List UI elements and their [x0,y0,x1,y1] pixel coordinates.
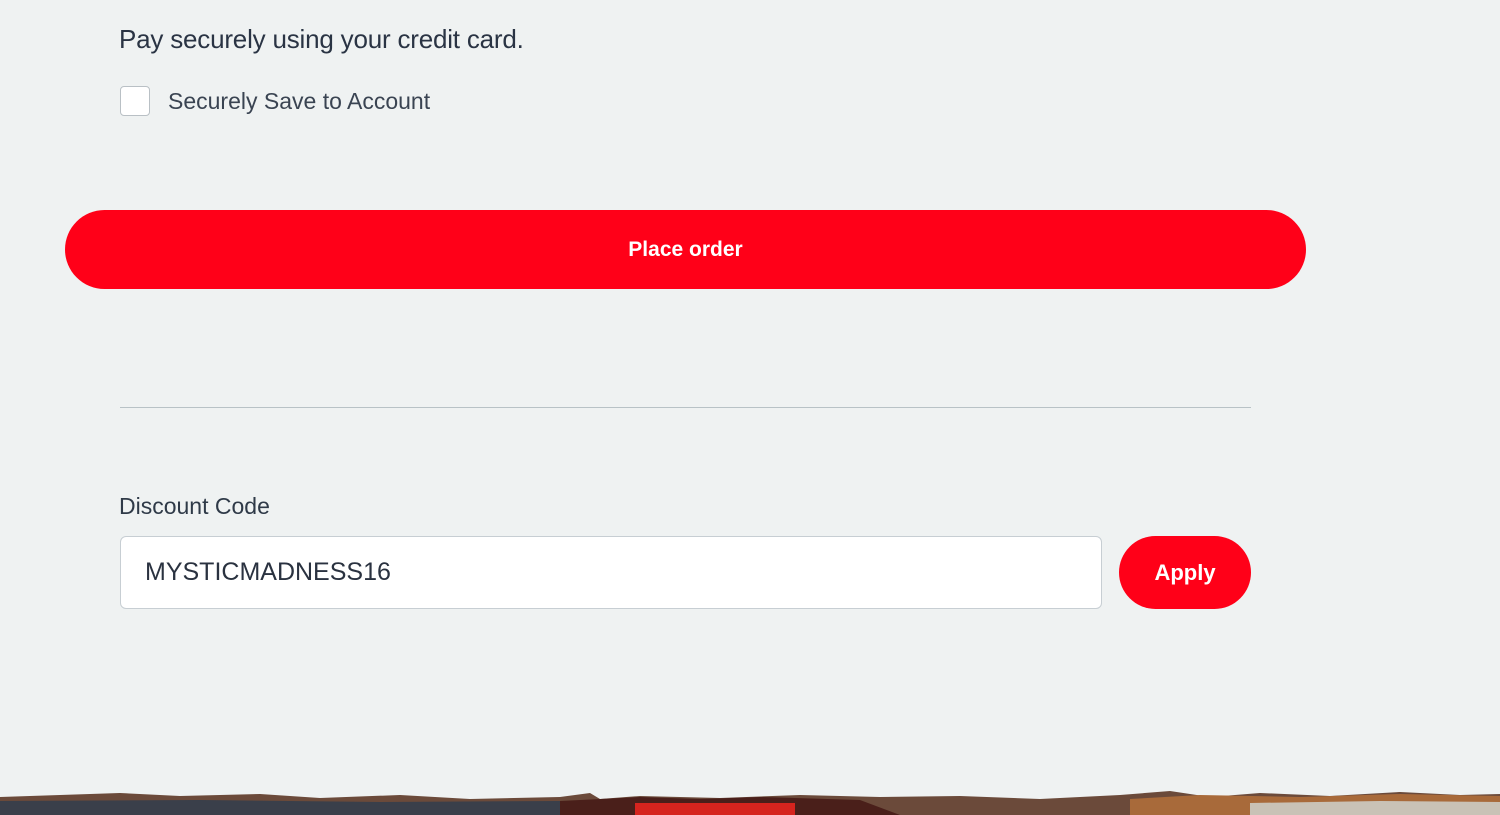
save-to-account-checkbox[interactable] [120,86,150,116]
payment-note: Pay securely using your credit card. [119,24,524,54]
apply-discount-button[interactable]: Apply [1119,536,1251,609]
section-divider [120,407,1251,408]
discount-code-label: Discount Code [119,493,270,519]
place-order-button[interactable]: Place order [65,210,1306,289]
save-to-account-row[interactable]: Securely Save to Account [120,86,430,116]
discount-code-input[interactable] [120,536,1102,609]
checkout-page: Pay securely using your credit card. Sec… [0,0,1500,815]
save-to-account-label[interactable]: Securely Save to Account [168,88,430,115]
footer-torn-edge-image [0,791,1500,815]
